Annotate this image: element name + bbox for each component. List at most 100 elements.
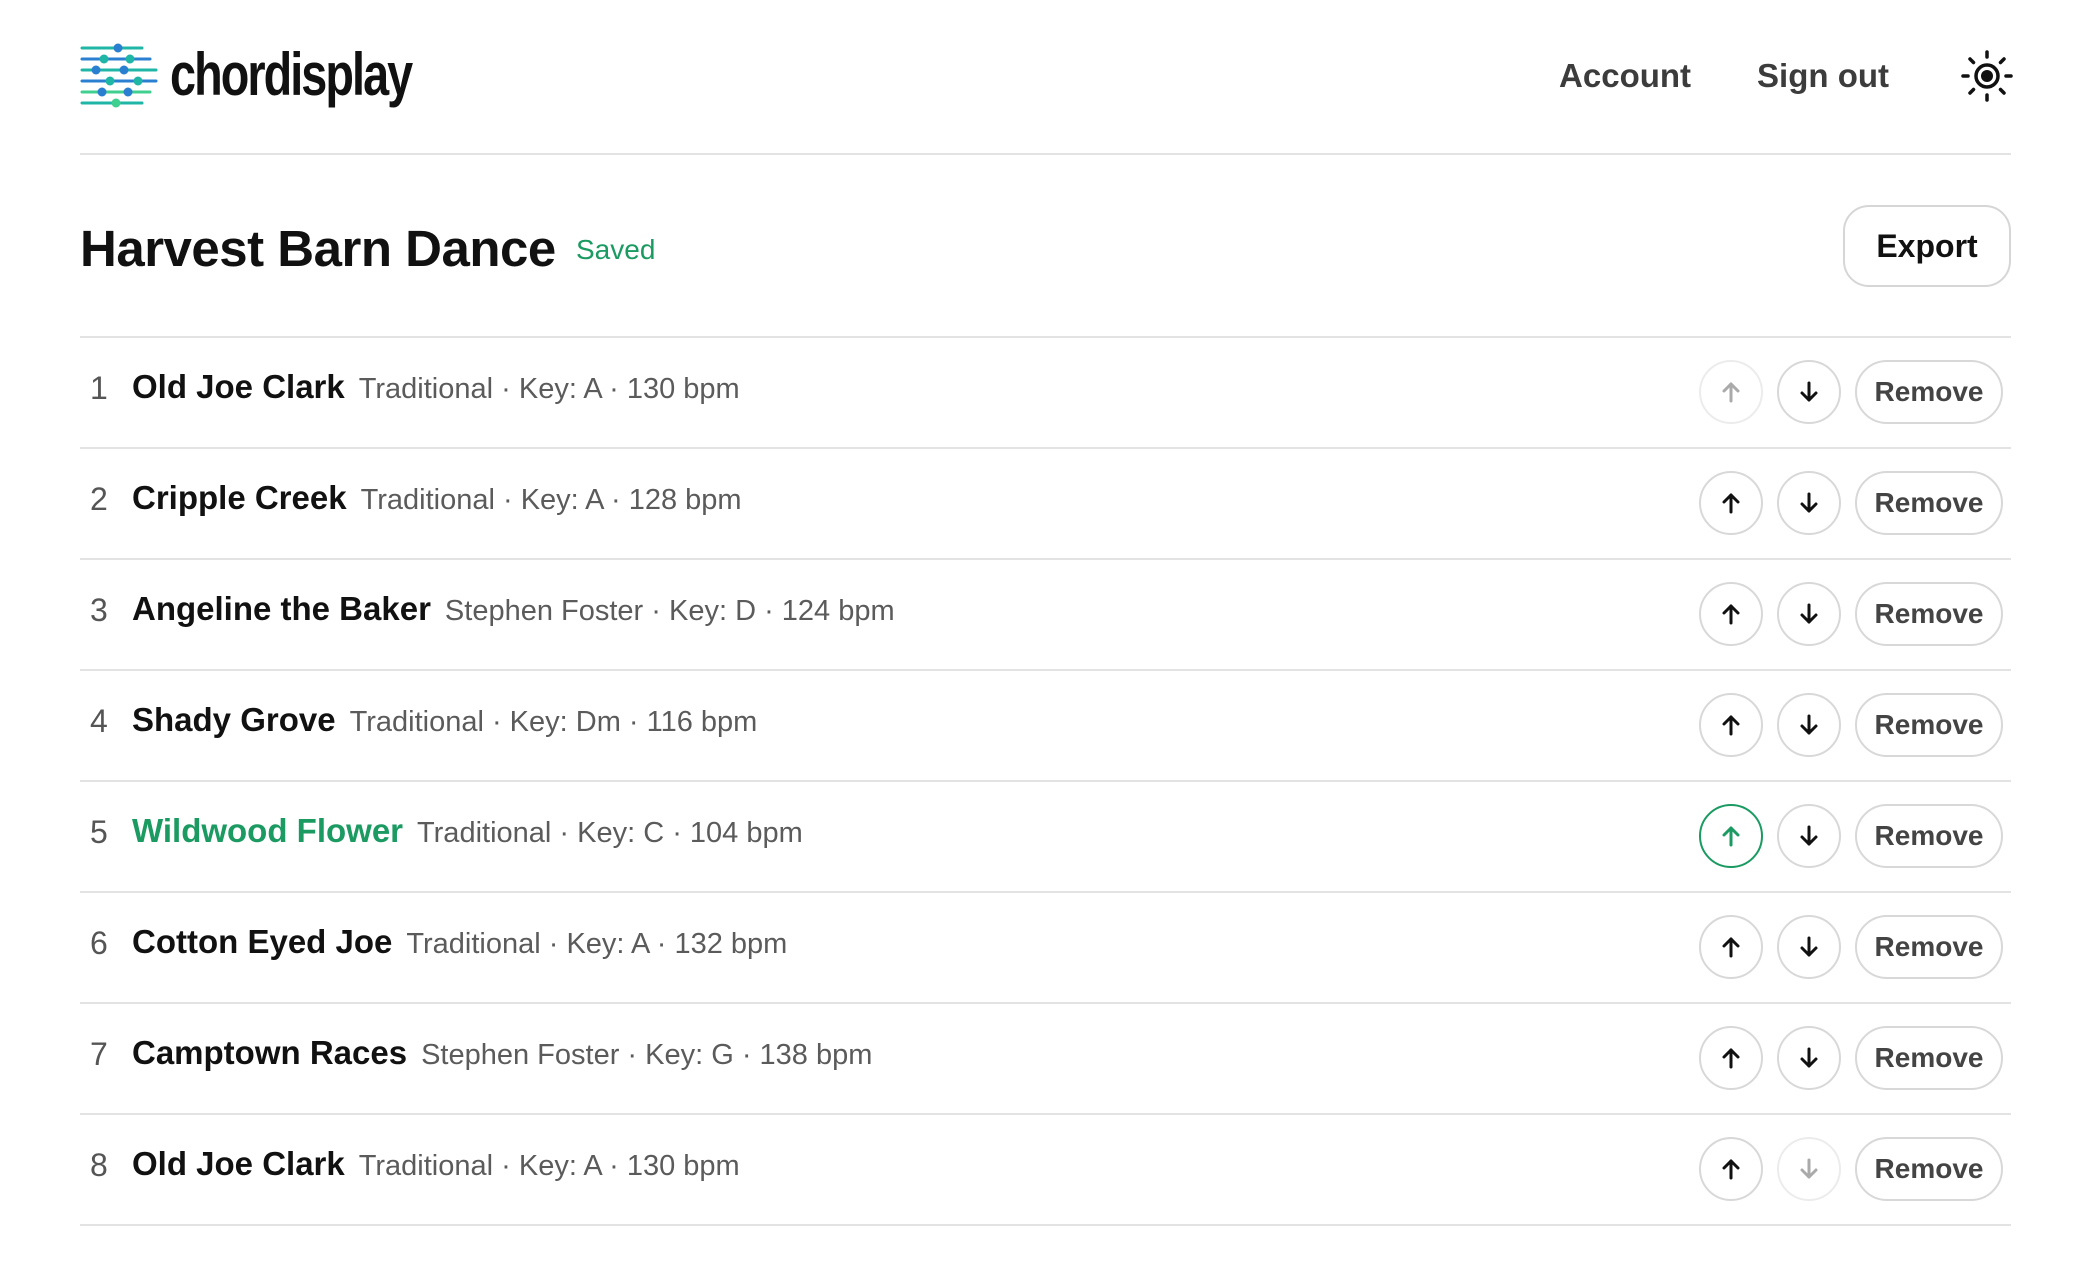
remove-button[interactable]: Remove (1855, 471, 2003, 535)
song-meta: Stephen Foster · Key: D · 124 bpm (444, 595, 895, 627)
move-up-button[interactable] (1699, 360, 1763, 424)
song-info: Angeline the Baker Stephen Foster · Key: … (132, 590, 895, 628)
setlist-row[interactable]: 7 Camptown Races Stephen Foster · Key: G ·… (80, 1004, 2011, 1115)
row-actions: Remove (1699, 471, 2003, 535)
move-up-button[interactable] (1699, 471, 1763, 535)
move-down-button[interactable] (1777, 1137, 1841, 1201)
move-up-button[interactable] (1699, 804, 1763, 868)
row-actions: Remove (1699, 915, 2003, 979)
setlist-row[interactable]: 4 Shady Grove Traditional · Key: Dm · 116 … (80, 671, 2011, 782)
song-title[interactable]: Old Joe Clark (132, 1145, 345, 1182)
arrow-down-icon (1800, 1047, 1818, 1068)
move-down-button[interactable] (1777, 471, 1841, 535)
remove-button[interactable]: Remove (1855, 1026, 2003, 1090)
move-down-button[interactable] (1777, 360, 1841, 424)
move-down-button[interactable] (1777, 582, 1841, 646)
move-up-button[interactable] (1699, 915, 1763, 979)
song-meta: Traditional · Key: C · 104 bpm (417, 817, 803, 849)
row-number: 4 (90, 703, 108, 739)
arrow-up-icon (1722, 604, 1740, 625)
song-meta: Stephen Foster · Key: G · 138 bpm (421, 1039, 873, 1071)
row-actions: Remove (1699, 1026, 2003, 1090)
row-actions: Remove (1699, 693, 2003, 757)
remove-button[interactable]: Remove (1855, 1137, 2003, 1201)
top-header: chordisplay Account Sign out (80, 0, 2013, 155)
arrow-down-icon (1800, 1158, 1818, 1179)
move-down-button[interactable] (1777, 1026, 1841, 1090)
setlist-row[interactable]: 5 Wildwood Flower Traditional · Key: C · 1… (80, 782, 2011, 893)
sign-out-link[interactable]: Sign out (1757, 57, 1889, 95)
move-up-button[interactable] (1699, 582, 1763, 646)
arrow-up-icon (1722, 937, 1740, 958)
song-title[interactable]: Camptown Races (132, 1034, 407, 1071)
song-title[interactable]: Wildwood Flower (132, 812, 403, 849)
song-info: Cotton Eyed Joe Traditional · Key: A · 13… (132, 923, 787, 961)
song-meta: Traditional · Key: Dm · 116 bpm (349, 706, 758, 738)
page-title: Harvest Barn Dance (80, 220, 556, 277)
row-actions: Remove (1699, 1137, 2003, 1201)
song-info: Old Joe Clark Traditional · Key: A · 130 … (132, 368, 740, 406)
song-info: Wildwood Flower Traditional · Key: C · 10… (132, 812, 803, 850)
sun-icon (1961, 50, 2013, 102)
account-link[interactable]: Account (1559, 57, 1691, 95)
setlist-row[interactable]: 2 Cripple Creek Traditional · Key: A · 128… (80, 449, 2011, 560)
move-up-button[interactable] (1699, 1026, 1763, 1090)
brand-name: chordisplay (170, 41, 413, 108)
song-title[interactable]: Angeline the Baker (132, 590, 431, 627)
arrow-up-icon (1722, 1048, 1740, 1069)
song-info: Shady Grove Traditional · Key: Dm · 116 b… (132, 701, 757, 739)
song-meta: Traditional · Key: A · 130 bpm (358, 1150, 740, 1182)
row-number: 2 (90, 481, 108, 517)
setlist-row[interactable]: 3 Angeline the Baker Stephen Foster · Key:… (80, 560, 2011, 671)
song-meta: Traditional · Key: A · 132 bpm (406, 928, 788, 960)
arrow-down-icon (1800, 825, 1818, 846)
arrow-down-icon (1800, 492, 1818, 513)
move-up-button[interactable] (1699, 1137, 1763, 1201)
row-number: 8 (90, 1147, 108, 1183)
arrow-down-icon (1800, 603, 1818, 624)
brand-logo[interactable]: chordisplay (80, 38, 479, 112)
arrow-up-icon (1722, 493, 1740, 514)
setlist-rows: 1 Old Joe Clark Traditional · Key: A · 130… (80, 338, 2011, 1226)
move-up-button[interactable] (1699, 693, 1763, 757)
row-actions: Remove (1699, 360, 2003, 424)
song-meta: Traditional · Key: A · 130 bpm (358, 373, 740, 405)
logo-mark-icon (80, 43, 158, 108)
row-number: 7 (90, 1036, 108, 1072)
remove-button[interactable]: Remove (1855, 804, 2003, 868)
row-actions: Remove (1699, 804, 2003, 868)
song-meta: Traditional · Key: A · 128 bpm (360, 484, 742, 516)
song-title[interactable]: Cotton Eyed Joe (132, 923, 392, 960)
row-number: 1 (90, 370, 108, 406)
song-info: Cripple Creek Traditional · Key: A · 128 … (132, 479, 742, 517)
remove-button[interactable]: Remove (1855, 582, 2003, 646)
arrow-down-icon (1800, 714, 1818, 735)
arrow-down-icon (1800, 381, 1818, 402)
row-number: 5 (90, 814, 108, 850)
arrow-up-icon (1722, 715, 1740, 736)
arrow-up-icon (1722, 826, 1740, 847)
setlist-row[interactable]: 1 Old Joe Clark Traditional · Key: A · 130… (80, 338, 2011, 449)
export-button[interactable]: Export (1843, 205, 2011, 287)
song-title[interactable]: Cripple Creek (132, 479, 347, 516)
row-number: 3 (90, 592, 108, 628)
song-info: Camptown Races Stephen Foster · Key: G · … (132, 1034, 872, 1072)
move-down-button[interactable] (1777, 693, 1841, 757)
arrow-up-icon (1722, 1159, 1740, 1180)
save-status-badge: Saved (576, 234, 656, 265)
remove-button[interactable]: Remove (1855, 915, 2003, 979)
setlist-row[interactable]: 8 Old Joe Clark Traditional · Key: A · 130… (80, 1115, 2011, 1226)
setlist-row[interactable]: 6 Cotton Eyed Joe Traditional · Key: A · 1… (80, 893, 2011, 1004)
move-down-button[interactable] (1777, 915, 1841, 979)
song-title[interactable]: Old Joe Clark (132, 368, 345, 405)
arrow-down-icon (1800, 936, 1818, 957)
remove-button[interactable]: Remove (1855, 693, 2003, 757)
theme-toggle-button[interactable] (1955, 44, 2019, 108)
song-info: Old Joe Clark Traditional · Key: A · 130 … (132, 1145, 740, 1183)
remove-button[interactable]: Remove (1855, 360, 2003, 424)
row-actions: Remove (1699, 582, 2003, 646)
top-nav: Account Sign out (1559, 44, 2013, 108)
setlist-header: Harvest Barn Dance Saved Export (80, 155, 2011, 338)
song-title[interactable]: Shady Grove (132, 701, 336, 738)
move-down-button[interactable] (1777, 804, 1841, 868)
